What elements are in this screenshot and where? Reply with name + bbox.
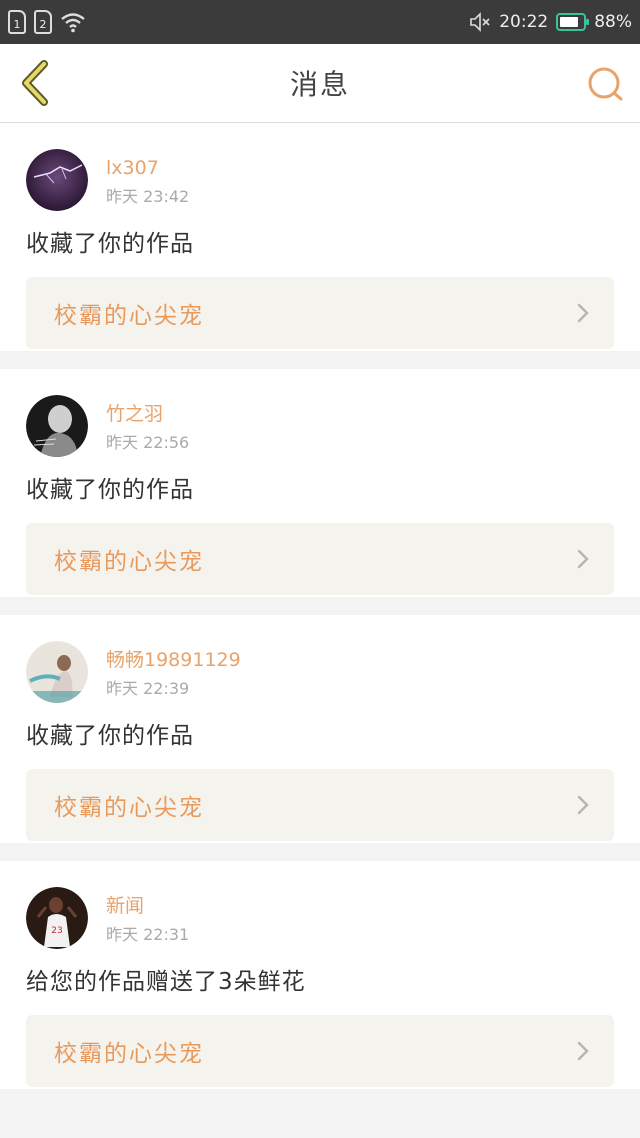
work-title: 校霸的心尖宠	[54, 795, 204, 821]
work-title: 校霸的心尖宠	[54, 303, 204, 329]
search-icon[interactable]	[586, 66, 626, 102]
work-link[interactable]: 校霸的心尖宠	[26, 277, 614, 349]
message-header: 畅畅19891129 昨天 22:39	[26, 641, 614, 703]
mute-icon	[470, 12, 490, 32]
chevron-right-icon	[577, 1041, 589, 1061]
timestamp: 昨天 22:56	[106, 433, 190, 452]
username[interactable]: 新闻	[106, 895, 189, 917]
back-chevron-icon[interactable]	[16, 60, 52, 106]
clock: 20:22	[499, 12, 549, 32]
work-link[interactable]: 校霸的心尖宠	[26, 1015, 614, 1087]
chevron-right-icon	[577, 795, 589, 815]
svg-text:23: 23	[51, 926, 62, 936]
message-header: 23 新闻 昨天 22:31	[26, 887, 614, 949]
chevron-right-icon	[577, 303, 589, 323]
username[interactable]: 畅畅19891129	[106, 649, 241, 671]
message-text: 收藏了你的作品	[26, 477, 194, 503]
message-text: 收藏了你的作品	[26, 723, 194, 749]
avatar[interactable]: 23	[26, 887, 88, 949]
nav-bar: 消息	[0, 44, 640, 123]
username[interactable]: 竹之羽	[106, 403, 189, 425]
sim2-label: 2	[39, 18, 47, 31]
battery-icon	[556, 13, 590, 31]
message-text: 给您的作品赠送了3朵鲜花	[26, 969, 306, 995]
message-header: lx307 昨天 23:42	[26, 149, 614, 211]
chevron-right-icon	[577, 549, 589, 569]
work-title: 校霸的心尖宠	[54, 549, 204, 575]
avatar[interactable]	[26, 149, 88, 211]
battery-level: 88%	[594, 12, 632, 32]
work-link[interactable]: 校霸的心尖宠	[26, 769, 614, 841]
avatar[interactable]	[26, 641, 88, 703]
message-text: 收藏了你的作品	[26, 231, 194, 257]
work-link[interactable]: 校霸的心尖宠	[26, 523, 614, 595]
message-item: 畅畅19891129 昨天 22:39 收藏了你的作品 校霸的心尖宠	[0, 615, 640, 861]
message-item: 23 新闻 昨天 22:31 给您的作品赠送了3朵鲜花 校霸的心尖宠	[0, 861, 640, 1107]
timestamp: 昨天 22:39	[106, 679, 190, 698]
username[interactable]: lx307	[106, 157, 189, 179]
timestamp: 昨天 23:42	[106, 187, 190, 206]
sim1-icon: 1	[8, 10, 26, 34]
page-title: 消息	[289, 68, 350, 101]
message-meta: lx307 昨天 23:42	[106, 149, 189, 207]
message-list: lx307 昨天 23:42 收藏了你的作品 校霸的心尖宠 竹之羽 昨天 22:…	[0, 123, 640, 1107]
message-item: 竹之羽 昨天 22:56 收藏了你的作品 校霸的心尖宠	[0, 369, 640, 615]
sim1-label: 1	[13, 18, 21, 31]
work-title: 校霸的心尖宠	[54, 1041, 204, 1067]
status-bar: 1 2 20:22 88%	[0, 0, 640, 44]
timestamp: 昨天 22:31	[106, 925, 190, 944]
message-header: 竹之羽 昨天 22:56	[26, 395, 614, 457]
message-item: lx307 昨天 23:42 收藏了你的作品 校霸的心尖宠	[0, 123, 640, 369]
message-meta: 竹之羽 昨天 22:56	[106, 395, 189, 453]
avatar[interactable]	[26, 395, 88, 457]
message-meta: 新闻 昨天 22:31	[106, 887, 189, 945]
status-right: 20:22 88%	[469, 11, 632, 33]
status-left: 1 2	[8, 10, 86, 34]
wifi-icon	[61, 13, 85, 33]
message-meta: 畅畅19891129 昨天 22:39	[106, 641, 241, 699]
sim2-icon: 2	[34, 10, 52, 34]
